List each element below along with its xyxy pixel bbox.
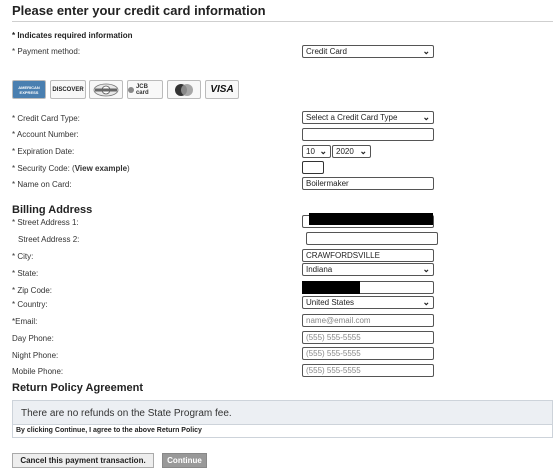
redacted-street-address: [309, 213, 433, 225]
city-input[interactable]: CRAWFORDSVILLE: [302, 249, 434, 262]
page-title: Please enter your credit card informatio…: [12, 3, 553, 22]
account-number-input[interactable]: [302, 128, 434, 141]
zip-code-label: * Zip Code:: [12, 286, 53, 295]
street2-label: Street Address 2:: [18, 235, 80, 244]
mobile-phone-label: Mobile Phone:: [12, 367, 64, 376]
redacted-zip-code: [302, 281, 360, 294]
street1-label: * Street Address 1:: [12, 218, 79, 227]
security-code-label: * Security Code: (View example): [12, 164, 130, 173]
diners-club-logo-icon: [89, 80, 123, 99]
security-code-label-end: ): [127, 164, 130, 173]
city-label: * City:: [12, 252, 34, 261]
chevron-down-icon: ⌄: [422, 297, 430, 307]
street2-input[interactable]: [306, 232, 438, 245]
security-code-label-text: * Security Code: (: [12, 164, 75, 173]
chevron-down-icon: ⌄: [422, 264, 430, 274]
expiration-year-select[interactable]: 2020 ⌄: [332, 145, 371, 158]
payment-method-label: * Payment method:: [12, 47, 81, 56]
email-input[interactable]: name@email.com: [302, 314, 434, 327]
email-label: *Email:: [12, 317, 38, 326]
chevron-down-icon: ⌄: [422, 112, 430, 122]
name-on-card-input[interactable]: Boilermaker: [302, 177, 434, 190]
expiration-year-value: 2020: [336, 147, 354, 156]
cancel-button[interactable]: Cancel this payment transaction.: [12, 453, 154, 468]
night-phone-input[interactable]: (555) 555-5555: [302, 347, 434, 360]
continue-button[interactable]: Continue: [162, 453, 207, 468]
expiration-month-select[interactable]: 10 ⌄: [302, 145, 331, 158]
jcb-logo-text: JCB card: [135, 83, 149, 96]
agree-note: By clicking Continue, I agree to the abo…: [12, 425, 553, 438]
payment-method-select[interactable]: Credit Card ⌄: [302, 45, 434, 58]
mastercard-circles: [175, 83, 193, 96]
jcb-logo-icon: JCB card: [127, 80, 163, 99]
discover-logo-icon: DISCOVER: [50, 80, 86, 99]
billing-address-heading: Billing Address: [12, 204, 93, 216]
view-example-link[interactable]: View example: [75, 164, 127, 173]
required-note: * Indicates required information: [12, 31, 133, 40]
chevron-down-icon: ⌄: [422, 46, 430, 56]
card-type-select[interactable]: Select a Credit Card Type ⌄: [302, 111, 434, 124]
day-phone-label: Day Phone:: [12, 334, 54, 343]
expiration-label: * Expiration Date:: [12, 147, 75, 156]
discover-logo-text: DISCOVER: [52, 86, 84, 93]
state-label: * State:: [12, 269, 39, 278]
account-number-label: * Account Number:: [12, 130, 79, 139]
chevron-down-icon: ⌄: [319, 146, 327, 156]
state-select[interactable]: Indiana ⌄: [302, 263, 434, 276]
payment-method-value: Credit Card: [306, 47, 347, 56]
name-on-card-label: * Name on Card:: [12, 180, 72, 189]
state-value: Indiana: [306, 265, 333, 274]
card-type-value: Select a Credit Card Type: [306, 113, 398, 122]
mobile-phone-input[interactable]: (555) 555-5555: [302, 364, 434, 377]
return-policy-text: There are no refunds on the State Progra…: [12, 400, 553, 425]
mastercard-logo-icon: [167, 80, 201, 99]
return-policy-heading: Return Policy Agreement: [12, 382, 144, 394]
visa-logo-text: VISA: [210, 84, 234, 95]
country-label: * Country:: [12, 300, 48, 309]
country-value: United States: [306, 298, 355, 307]
security-code-input[interactable]: [302, 161, 324, 174]
night-phone-label: Night Phone:: [12, 351, 59, 360]
day-phone-input[interactable]: (555) 555-5555: [302, 331, 434, 344]
amex-logo-icon: AMERICAN EXPRESS: [12, 80, 46, 99]
country-select[interactable]: United States ⌄: [302, 296, 434, 309]
amex-logo-text: AMERICAN EXPRESS: [18, 84, 40, 95]
card-type-label: * Credit Card Type:: [12, 114, 80, 123]
chevron-down-icon: ⌄: [359, 146, 367, 156]
diners-club-emblem: [93, 83, 119, 96]
visa-logo-icon: VISA: [205, 80, 239, 99]
expiration-month-value: 10: [306, 147, 315, 156]
